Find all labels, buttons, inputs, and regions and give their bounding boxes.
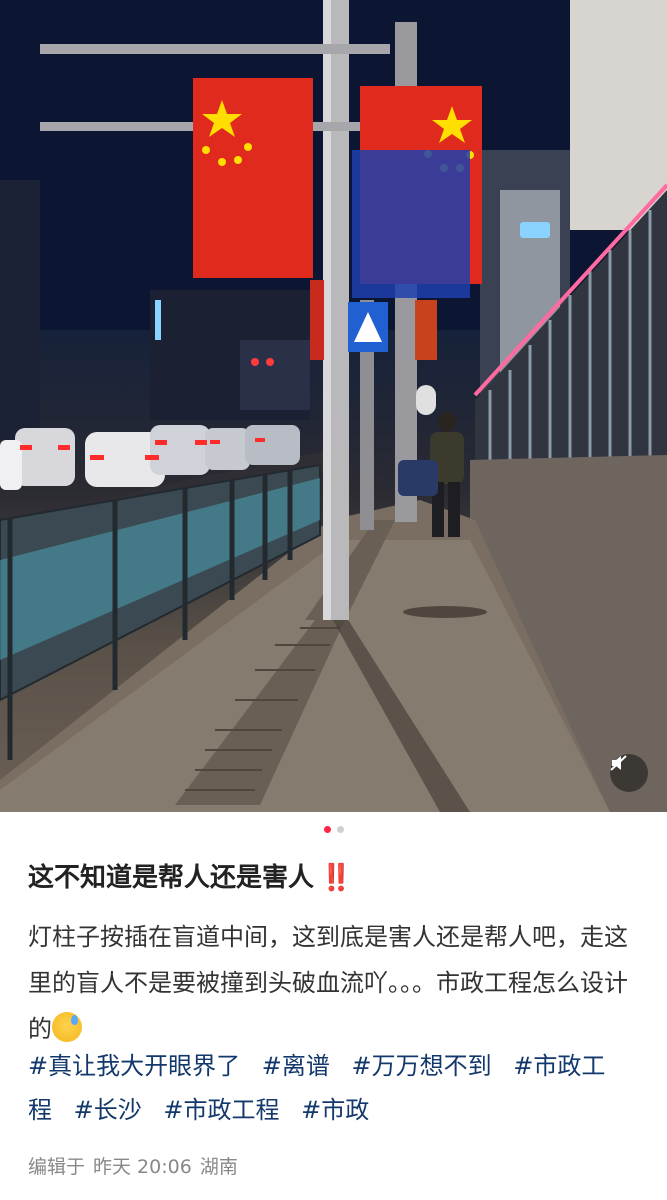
sweat-face-emoji-icon — [52, 1012, 82, 1042]
hashtag-link[interactable]: #万万想不到 — [352, 1052, 492, 1080]
street-scene-illustration — [0, 0, 667, 812]
post-photo[interactable] — [0, 0, 667, 812]
hashtag-link[interactable]: #市政工程 — [163, 1096, 279, 1124]
carousel-indicator — [0, 826, 667, 833]
hashtag-link[interactable]: #长沙 — [74, 1096, 142, 1124]
carousel-dot-1[interactable] — [323, 826, 331, 833]
post-tags: #真让我大开眼界了 #离谱 #万万想不到 #市政工程 #长沙 #市政工程 #市政 — [28, 1044, 640, 1132]
post-meta: 编辑于 昨天 20:06 湖南 — [28, 1152, 246, 1179]
speaker-muted-icon — [610, 755, 627, 771]
hashtag-link[interactable]: #真让我大开眼界了 — [28, 1052, 240, 1080]
double-exclamation-emoji: ‼️ — [320, 863, 352, 893]
mute-button[interactable] — [610, 754, 648, 792]
hashtag-link[interactable]: #市政 — [301, 1096, 369, 1124]
post-body: 灯柱子按插在盲道中间，这到底是害人还是帮人吧，走这里的盲人不是要被撞到头破血流吖… — [28, 914, 640, 1052]
edited-label: 编辑于 — [28, 1156, 86, 1178]
post-body-text: 灯柱子按插在盲道中间，这到底是害人还是帮人吧，走这里的盲人不是要被撞到头破血流吖… — [28, 923, 628, 1043]
edit-date: 昨天 20:06 — [93, 1156, 192, 1178]
carousel-dot-2[interactable] — [336, 826, 344, 833]
hashtag-link[interactable]: #离谱 — [262, 1052, 330, 1080]
post-location: 湖南 — [199, 1156, 238, 1178]
post-title-text: 这不知道是帮人还是害人 — [28, 863, 315, 893]
post-title: 这不知道是帮人还是害人 ‼️ — [28, 858, 648, 898]
